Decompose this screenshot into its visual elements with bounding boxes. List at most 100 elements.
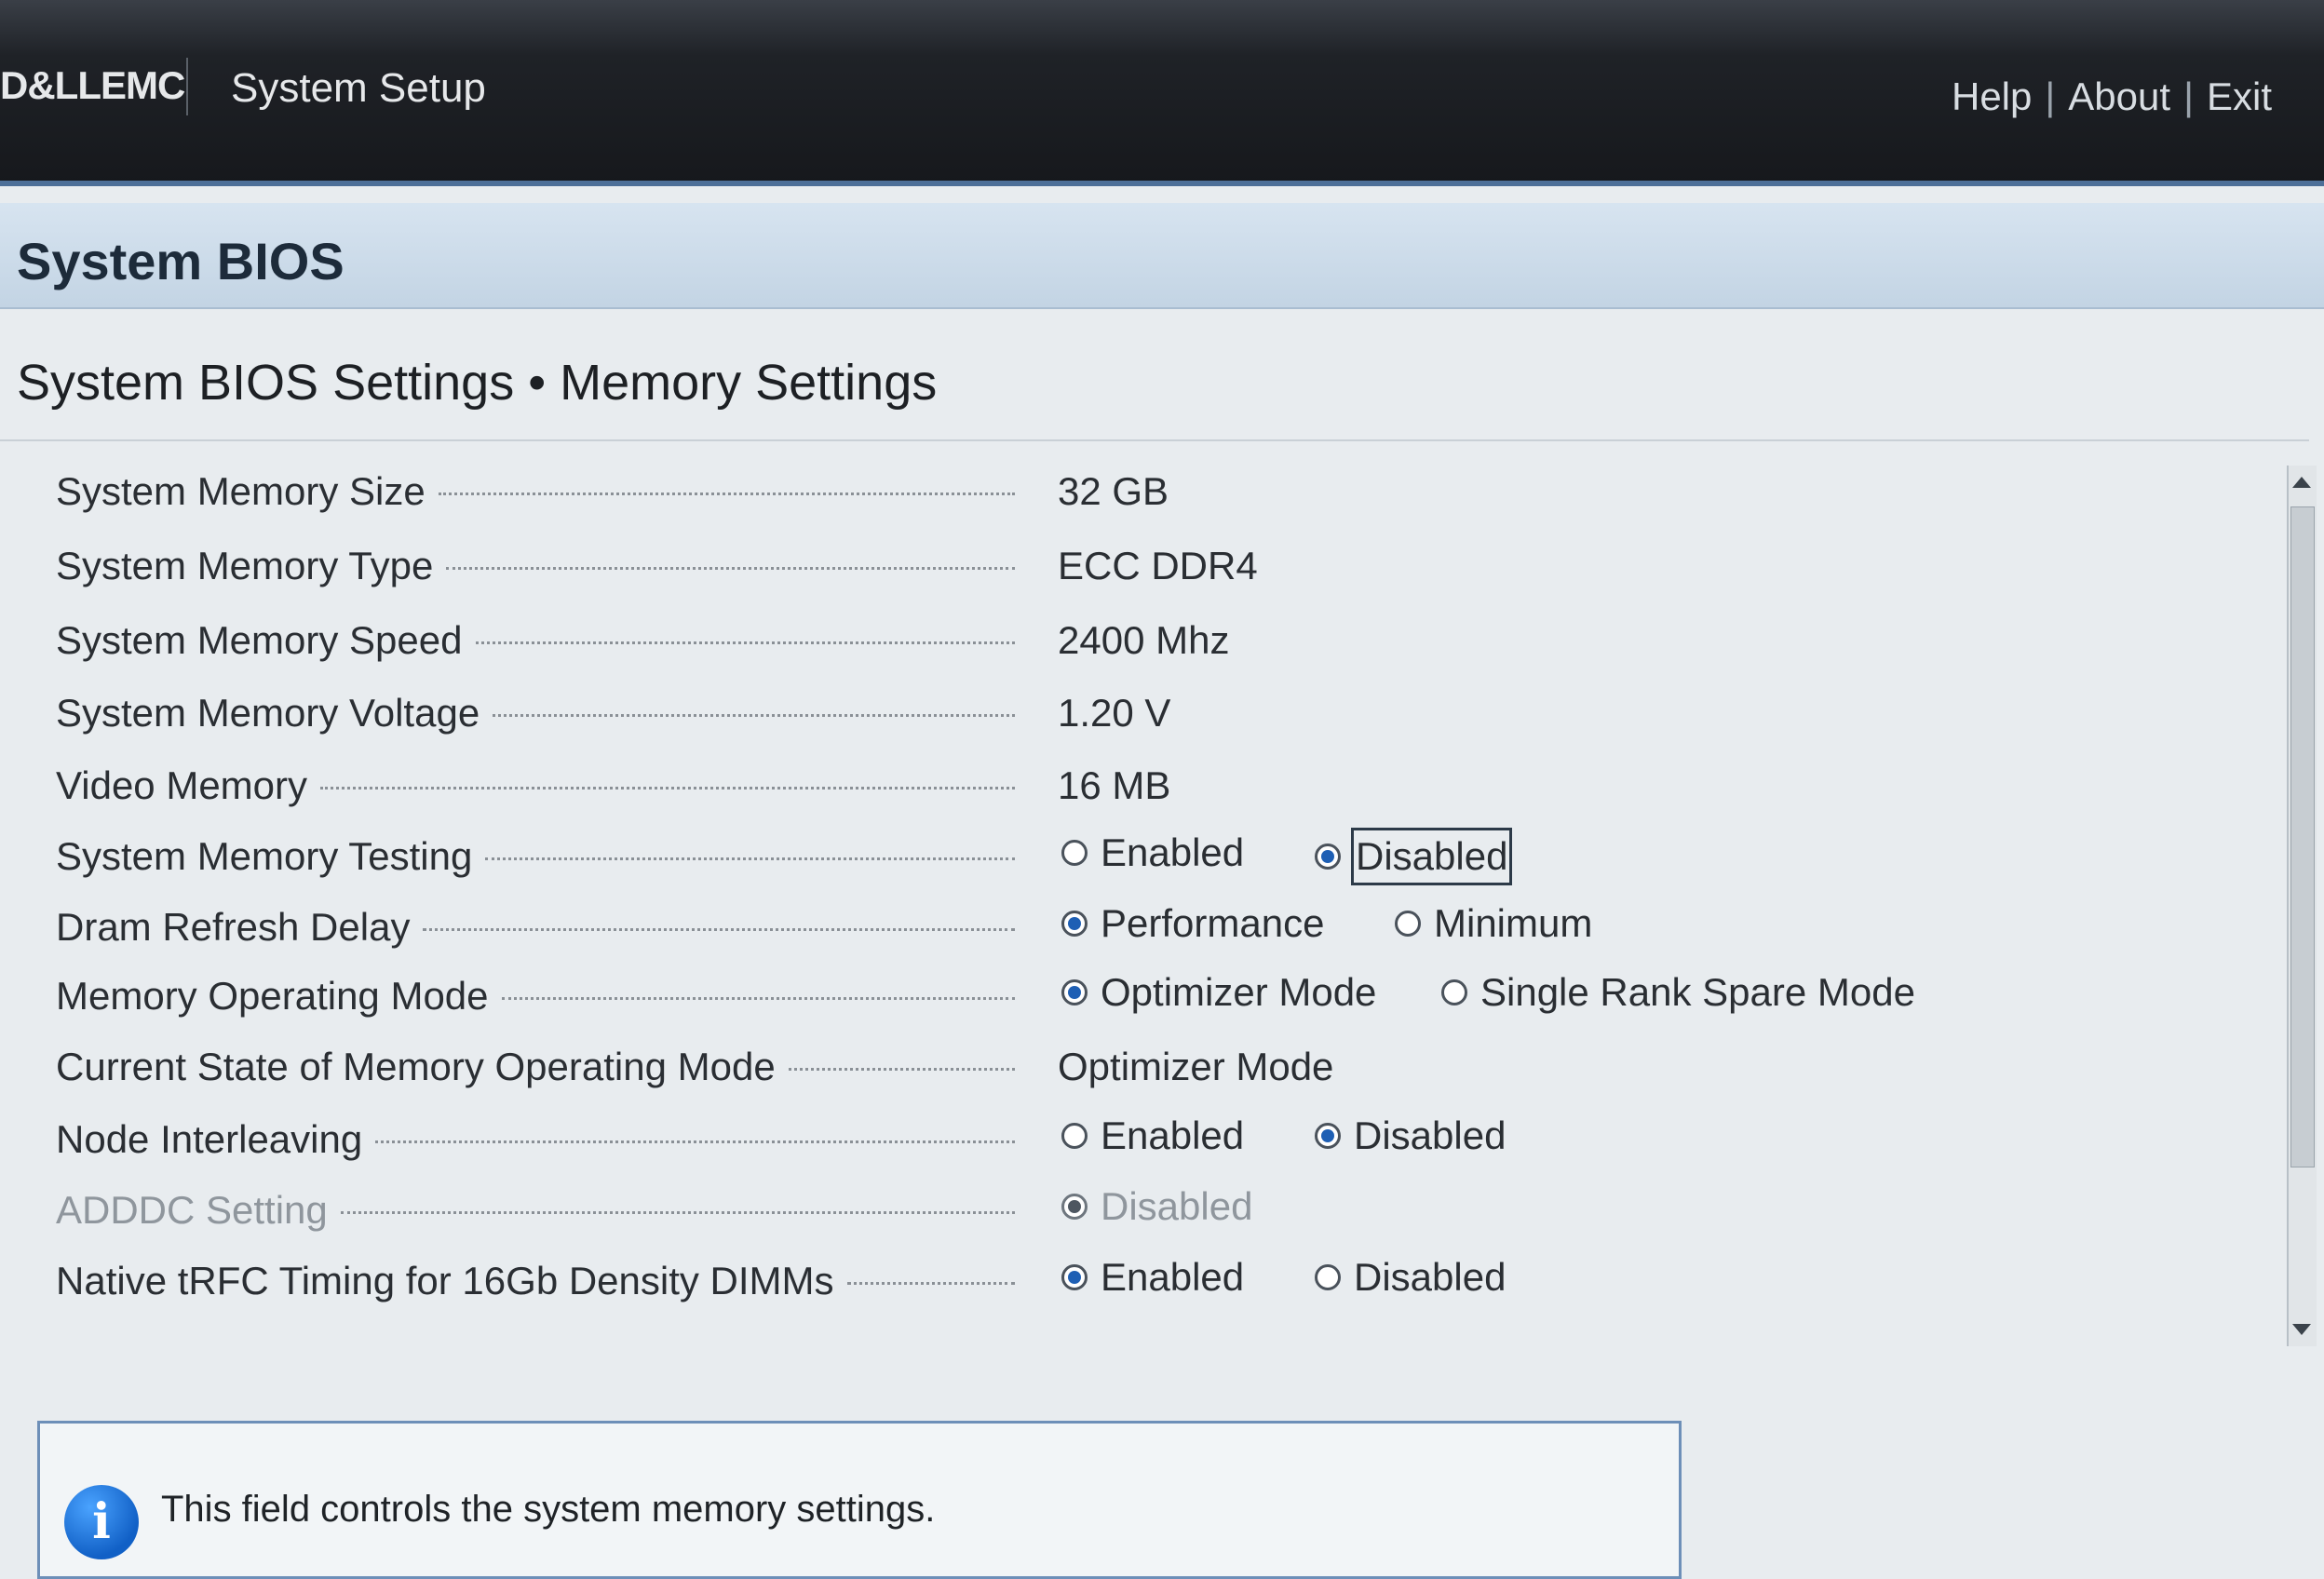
- dot-leader: [788, 1068, 1015, 1071]
- help-text: This field controls the system memory se…: [161, 1489, 936, 1530]
- dot-leader: [438, 493, 1015, 495]
- dot-leader: [475, 641, 1015, 644]
- setting-row: System Memory Size 32 GB: [0, 462, 2272, 527]
- radio-label: Disabled: [1354, 1255, 1507, 1299]
- radio-unchecked-icon[interactable]: [1061, 1123, 1088, 1149]
- radio-label: Minimum: [1434, 901, 1593, 945]
- radio-label: Disabled: [1354, 1113, 1507, 1157]
- radio-option-disabled[interactable]: Disabled: [1315, 828, 1513, 885]
- setting-label: System Memory Testing: [56, 834, 1015, 879]
- setting-value: 32 GB: [1058, 469, 1169, 513]
- radio-unchecked-icon[interactable]: [1061, 840, 1088, 866]
- scroll-thumb[interactable]: [2290, 506, 2315, 1167]
- setting-row: Native tRFC Timing for 16Gb Density DIMM…: [0, 1251, 2272, 1316]
- radio-option-minimum[interactable]: Minimum: [1395, 901, 1592, 946]
- setting-label: Video Memory: [56, 763, 1015, 808]
- setting-label-text: Current State of Memory Operating Mode: [56, 1045, 776, 1088]
- link-separator: |: [2183, 74, 2194, 118]
- radio-checked-icon[interactable]: [1315, 1123, 1341, 1149]
- setting-label: Dram Refresh Delay: [56, 905, 1015, 950]
- dot-leader: [485, 857, 1015, 860]
- exit-link[interactable]: Exit: [2207, 74, 2272, 119]
- radio-label: Single Rank Spare Mode: [1480, 970, 1915, 1014]
- radio-unchecked-icon[interactable]: [1395, 911, 1421, 937]
- setting-label-text: Memory Operating Mode: [56, 974, 489, 1018]
- setting-row: Video Memory 16 MB: [0, 756, 2272, 821]
- radio-option-single-rank-spare-mode[interactable]: Single Rank Spare Mode: [1441, 970, 1915, 1015]
- scroll-down-icon[interactable]: [2292, 1324, 2311, 1335]
- setting-row: Memory Operating Mode Optimizer Mode Singl…: [0, 966, 2272, 1032]
- scrollbar[interactable]: [2287, 466, 2317, 1346]
- setting-row: System Memory Type ECC DDR4: [0, 536, 2272, 601]
- radio-unchecked-icon[interactable]: [1315, 1264, 1341, 1290]
- radio-option-performance[interactable]: Performance: [1061, 901, 1324, 946]
- setting-label-text: System Memory Type: [56, 544, 434, 587]
- radio-option-enabled[interactable]: Enabled: [1061, 1113, 1244, 1158]
- radio-checked-icon[interactable]: [1061, 979, 1088, 1005]
- radio-option-disabled[interactable]: Disabled: [1315, 1255, 1506, 1300]
- setting-value: 2400 Mhz: [1058, 618, 1230, 662]
- help-link[interactable]: Help: [1952, 74, 2032, 119]
- radio-label: Disabled: [1350, 828, 1513, 885]
- setting-label: Node Interleaving: [56, 1117, 1015, 1162]
- setting-label: System Memory Voltage: [56, 691, 1015, 736]
- setting-label-text: System Memory Speed: [56, 618, 463, 662]
- info-icon: i: [64, 1485, 139, 1559]
- top-links: Help | About | Exit: [1952, 74, 2272, 119]
- radio-label: Enabled: [1101, 1113, 1245, 1157]
- dot-leader: [340, 1211, 1015, 1214]
- setting-label-text: Node Interleaving: [56, 1117, 363, 1161]
- radio-unchecked-icon[interactable]: [1441, 979, 1467, 1005]
- radio-checked-icon[interactable]: [1315, 843, 1341, 870]
- app-title: System Setup: [231, 65, 486, 111]
- dot-leader: [320, 787, 1015, 790]
- setting-label-text: Dram Refresh Delay: [56, 905, 411, 949]
- radio-label: Enabled: [1101, 830, 1245, 874]
- radio-option-enabled[interactable]: Enabled: [1061, 1255, 1244, 1300]
- scroll-up-icon[interactable]: [2292, 477, 2311, 488]
- setting-label: Native tRFC Timing for 16Gb Density DIMM…: [56, 1259, 1015, 1303]
- setting-label-text: System Memory Voltage: [56, 691, 480, 735]
- setting-value: 16 MB: [1058, 763, 1171, 807]
- setting-row: System Memory Voltage 1.20 V: [0, 683, 2272, 749]
- setting-label-text: System Memory Testing: [56, 834, 473, 878]
- radio-label: Performance: [1101, 901, 1325, 945]
- brand-divider: [186, 58, 188, 115]
- setting-label: System Memory Type: [56, 544, 1015, 588]
- radio-label: Disabled: [1101, 1184, 1253, 1228]
- setting-label: Memory Operating Mode: [56, 974, 1015, 1019]
- dot-leader: [501, 997, 1015, 1000]
- radio-checked-icon[interactable]: [1061, 911, 1088, 937]
- radio-option-optimizer-mode[interactable]: Optimizer Mode: [1061, 970, 1376, 1015]
- setting-row: Dram Refresh Delay Performance Minimum: [0, 897, 2272, 963]
- setting-label-text: System Memory Size: [56, 469, 426, 513]
- link-separator: |: [2045, 74, 2056, 118]
- setting-row: Current State of Memory Operating Mode Op…: [0, 1037, 2272, 1102]
- setting-row: System Memory Testing Enabled Disabled: [0, 827, 2272, 892]
- setting-row: Node Interleaving Enabled Disabled: [0, 1110, 2272, 1175]
- setting-label: ADDDC Setting: [56, 1188, 1015, 1233]
- section-header: System BIOS: [0, 203, 2324, 309]
- dell-emc-logo: D&LLEMC: [0, 63, 185, 107]
- radio-option-disabled[interactable]: Disabled: [1315, 1113, 1506, 1158]
- dot-leader: [846, 1282, 1015, 1285]
- setting-label: System Memory Size: [56, 469, 1015, 514]
- setting-value: Optimizer Mode: [1058, 1045, 1334, 1088]
- setting-label: Current State of Memory Operating Mode: [56, 1045, 1015, 1089]
- setting-row: ADDDC Setting Disabled: [0, 1181, 2272, 1246]
- settings-list: System Memory Size 32 GB System Memory Typ…: [0, 462, 2272, 1374]
- radio-option-disabled: Disabled: [1061, 1184, 1252, 1229]
- dot-leader: [423, 928, 1015, 931]
- radio-checked-icon[interactable]: [1061, 1264, 1088, 1290]
- setting-label-text: Native tRFC Timing for 16Gb Density DIMM…: [56, 1259, 834, 1302]
- setting-row: System Memory Speed 2400 Mhz: [0, 611, 2272, 676]
- setting-label-text: ADDDC Setting: [56, 1188, 328, 1232]
- divider: [0, 439, 2309, 441]
- dot-leader: [493, 714, 1015, 717]
- radio-label: Optimizer Mode: [1101, 970, 1377, 1014]
- dot-leader: [446, 567, 1015, 570]
- setting-label-text: Video Memory: [56, 763, 308, 807]
- about-link[interactable]: About: [2068, 74, 2170, 119]
- setting-value: 1.20 V: [1058, 691, 1171, 735]
- radio-option-enabled[interactable]: Enabled: [1061, 830, 1244, 875]
